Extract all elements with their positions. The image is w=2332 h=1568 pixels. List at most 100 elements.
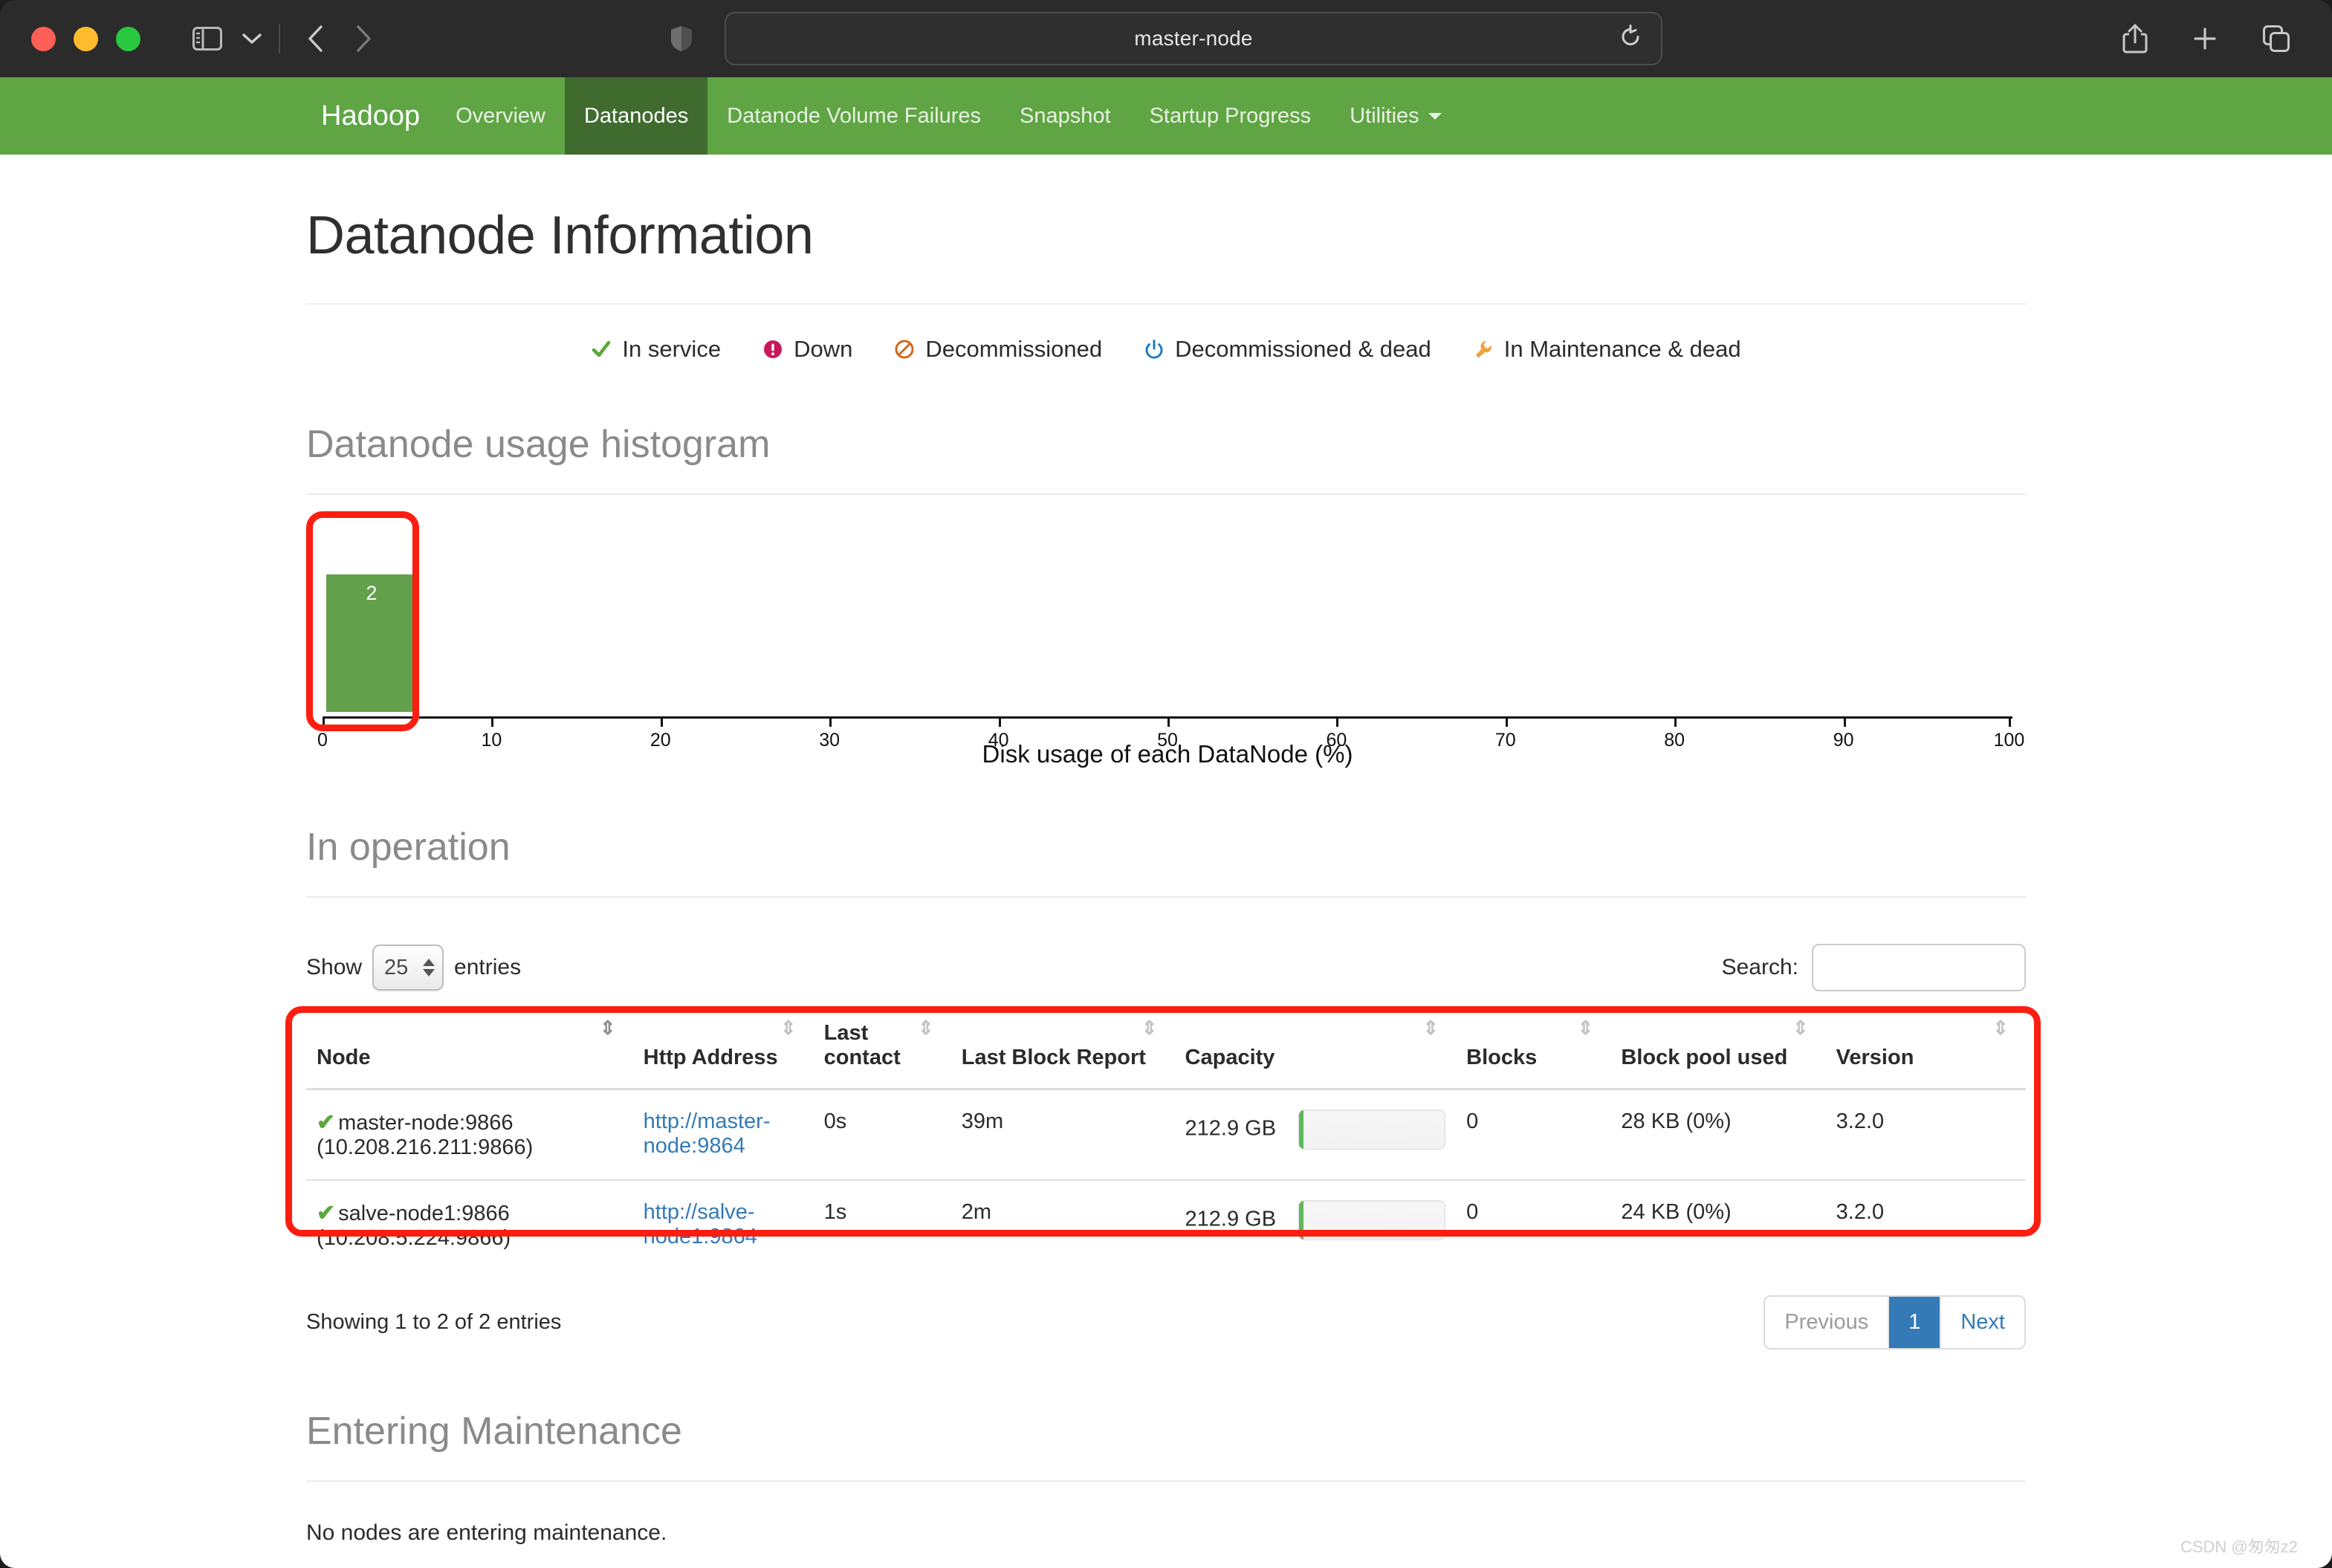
bar-value-label: 2 [366, 582, 378, 604]
power-icon [1145, 340, 1163, 359]
sort-icon: ⇕ [1792, 1017, 1809, 1039]
in-operation-heading: In operation [306, 826, 511, 869]
cell-capacity: 212.9 GB [1174, 1089, 1457, 1181]
capacity-bar [1298, 1109, 1446, 1150]
column-label: Capacity [1185, 1046, 1275, 1069]
sort-icon: ⇕ [1141, 1017, 1158, 1039]
in-operation-divider [306, 896, 2026, 898]
cell-last-contact: 1s [823, 1200, 847, 1224]
cell-version: 3.2.0 [1836, 1200, 1885, 1224]
cell-last-contact: 0s [813, 1089, 951, 1181]
column-label: Block pool used [1621, 1046, 1788, 1069]
toolbar-divider [279, 24, 280, 54]
column-header-node[interactable]: ⇕ Node [306, 1015, 633, 1090]
check-icon: ✔ [317, 1110, 336, 1135]
sort-icon: ⇕ [1992, 1017, 2009, 1039]
reload-icon[interactable] [1619, 25, 1642, 54]
pagination-previous[interactable]: Previous [1765, 1297, 1890, 1348]
toolbar-right-actions [2122, 23, 2290, 54]
cell-http-address: http://master-node:9864 [632, 1089, 814, 1181]
capacity-value: 212.9 GB [1185, 1207, 1277, 1231]
tab-overview-icon[interactable] [2262, 25, 2290, 53]
column-header-blocks[interactable]: ⇕ Blocks [1456, 1015, 1611, 1090]
entering-maintenance-heading: Entering Maintenance [306, 1410, 682, 1453]
chart-x-axis-label: Disk usage of each DataNode (%) [982, 740, 1353, 768]
histogram-bar[interactable]: 2 [325, 574, 418, 712]
address-bar[interactable]: master-node [725, 12, 1662, 65]
pagination-page-1[interactable]: 1 [1889, 1297, 1942, 1348]
pagination-next[interactable]: Next [1941, 1297, 2024, 1348]
share-icon[interactable] [2122, 23, 2148, 54]
page-body: Hadoop Overview Datanodes Datanode Volum… [0, 77, 2332, 1568]
legend-label: Decommissioned [925, 336, 1103, 362]
back-icon[interactable] [307, 25, 325, 53]
node-name: salve-node1:9866 (10.208.5.224:9866) [317, 1202, 511, 1250]
minimize-window-button[interactable] [74, 26, 98, 51]
nav-item-overview[interactable]: Overview [436, 77, 565, 155]
page-size-select[interactable]: 25 [372, 945, 444, 991]
nav-item-snapshot[interactable]: Snapshot [1000, 77, 1130, 155]
chart-plot-area: 0 10 20 30 40 50 60 70 80 90 100 2 Disk … [317, 525, 2024, 768]
legend-label: In service [622, 336, 722, 362]
cell-http-address: http://salve-node1:9864 [633, 1180, 814, 1270]
search-input[interactable] [1812, 944, 2026, 991]
x-tick-80: 80 [1664, 730, 1685, 751]
column-label: Http Address [643, 1046, 778, 1069]
table-header-row: ⇕ Node ⇕ Http Address ⇕ Last contact ⇕ L… [306, 1015, 2026, 1090]
cell-block-pool-used: 24 KB (0%) [1621, 1200, 1732, 1224]
nav-item-datanodes[interactable]: Datanodes [564, 77, 708, 155]
column-header-last-contact[interactable]: ⇕ Last contact [813, 1015, 951, 1090]
forward-icon[interactable] [354, 25, 372, 53]
sort-icon: ⇕ [1422, 1017, 1439, 1039]
close-window-button[interactable] [31, 26, 56, 51]
show-entries-control: Show 25 entries [306, 945, 521, 991]
sort-icon: ⇕ [780, 1017, 797, 1039]
legend-label: In Maintenance & dead [1503, 336, 1741, 362]
slashed-circle-icon [895, 340, 914, 359]
chevron-down-icon[interactable] [242, 32, 262, 45]
title-divider [306, 303, 2026, 305]
privacy-shield-icon[interactable] [670, 25, 693, 53]
column-header-version[interactable]: ⇕ Version [1825, 1015, 2026, 1090]
sort-icon: ⇕ [917, 1017, 934, 1039]
x-tick-90: 90 [1833, 730, 1854, 751]
legend-decommissioned-dead: Decommissioned & dead [1144, 336, 1431, 363]
search-label: Search: [1721, 955, 1798, 979]
sort-icon: ⇕ [599, 1017, 616, 1039]
navbar-brand[interactable]: Hadoop [305, 77, 436, 155]
http-address-link[interactable]: http://master-node:9864 [644, 1109, 771, 1158]
table-head: ⇕ Node ⇕ Http Address ⇕ Last contact ⇕ L… [306, 1015, 2026, 1090]
page-title: Datanode Information [306, 206, 814, 265]
column-label: Version [1836, 1046, 1914, 1069]
window-controls [31, 26, 140, 51]
chevron-down-icon [1428, 112, 1442, 120]
http-address-link[interactable]: http://salve-node1:9864 [644, 1200, 757, 1248]
nav-item-datanode-volume-failures[interactable]: Datanode Volume Failures [707, 77, 1000, 155]
navigation-arrows [307, 25, 372, 53]
table-row: ✔ salve-node1:9866 (10.208.5.224:9866) ht… [306, 1180, 2026, 1270]
maintenance-empty-note: No nodes are entering maintenance. [306, 1520, 667, 1545]
sidebar-toggle-icon[interactable] [192, 27, 222, 51]
watermark: CSDN @匆匆z2 [2180, 1538, 2298, 1556]
table-row: ✔ master-node:9866 (10.208.216.211:9866) … [306, 1089, 2026, 1181]
x-tick-100: 100 [1993, 730, 2025, 751]
x-tick-70: 70 [1494, 730, 1516, 751]
new-tab-plus-icon[interactable] [2192, 26, 2218, 51]
datanodes-table: ⇕ Node ⇕ Http Address ⇕ Last contact ⇕ L… [306, 1015, 2026, 1270]
pagination: Previous 1 Next [1763, 1295, 2026, 1350]
x-tick-20: 20 [650, 730, 671, 751]
legend-in-service: In service [591, 336, 721, 363]
page-size-value: 25 [384, 955, 409, 979]
legend-down: Down [762, 336, 852, 363]
column-header-last-block-report[interactable]: ⇕ Last Block Report [950, 1015, 1175, 1090]
stepper-icon [423, 959, 435, 976]
column-label: Last contact [823, 1021, 901, 1069]
nav-item-startup-progress[interactable]: Startup Progress [1130, 77, 1331, 155]
nav-item-utilities[interactable]: Utilities [1330, 77, 1460, 155]
maximize-window-button[interactable] [116, 26, 140, 51]
column-header-capacity[interactable]: ⇕ Capacity [1174, 1015, 1457, 1090]
column-header-http-address[interactable]: ⇕ Http Address [632, 1015, 814, 1090]
hadoop-navbar: Hadoop Overview Datanodes Datanode Volum… [0, 77, 2332, 155]
column-header-block-pool-used[interactable]: ⇕ Block pool used [1610, 1015, 1826, 1090]
check-icon [592, 340, 611, 357]
